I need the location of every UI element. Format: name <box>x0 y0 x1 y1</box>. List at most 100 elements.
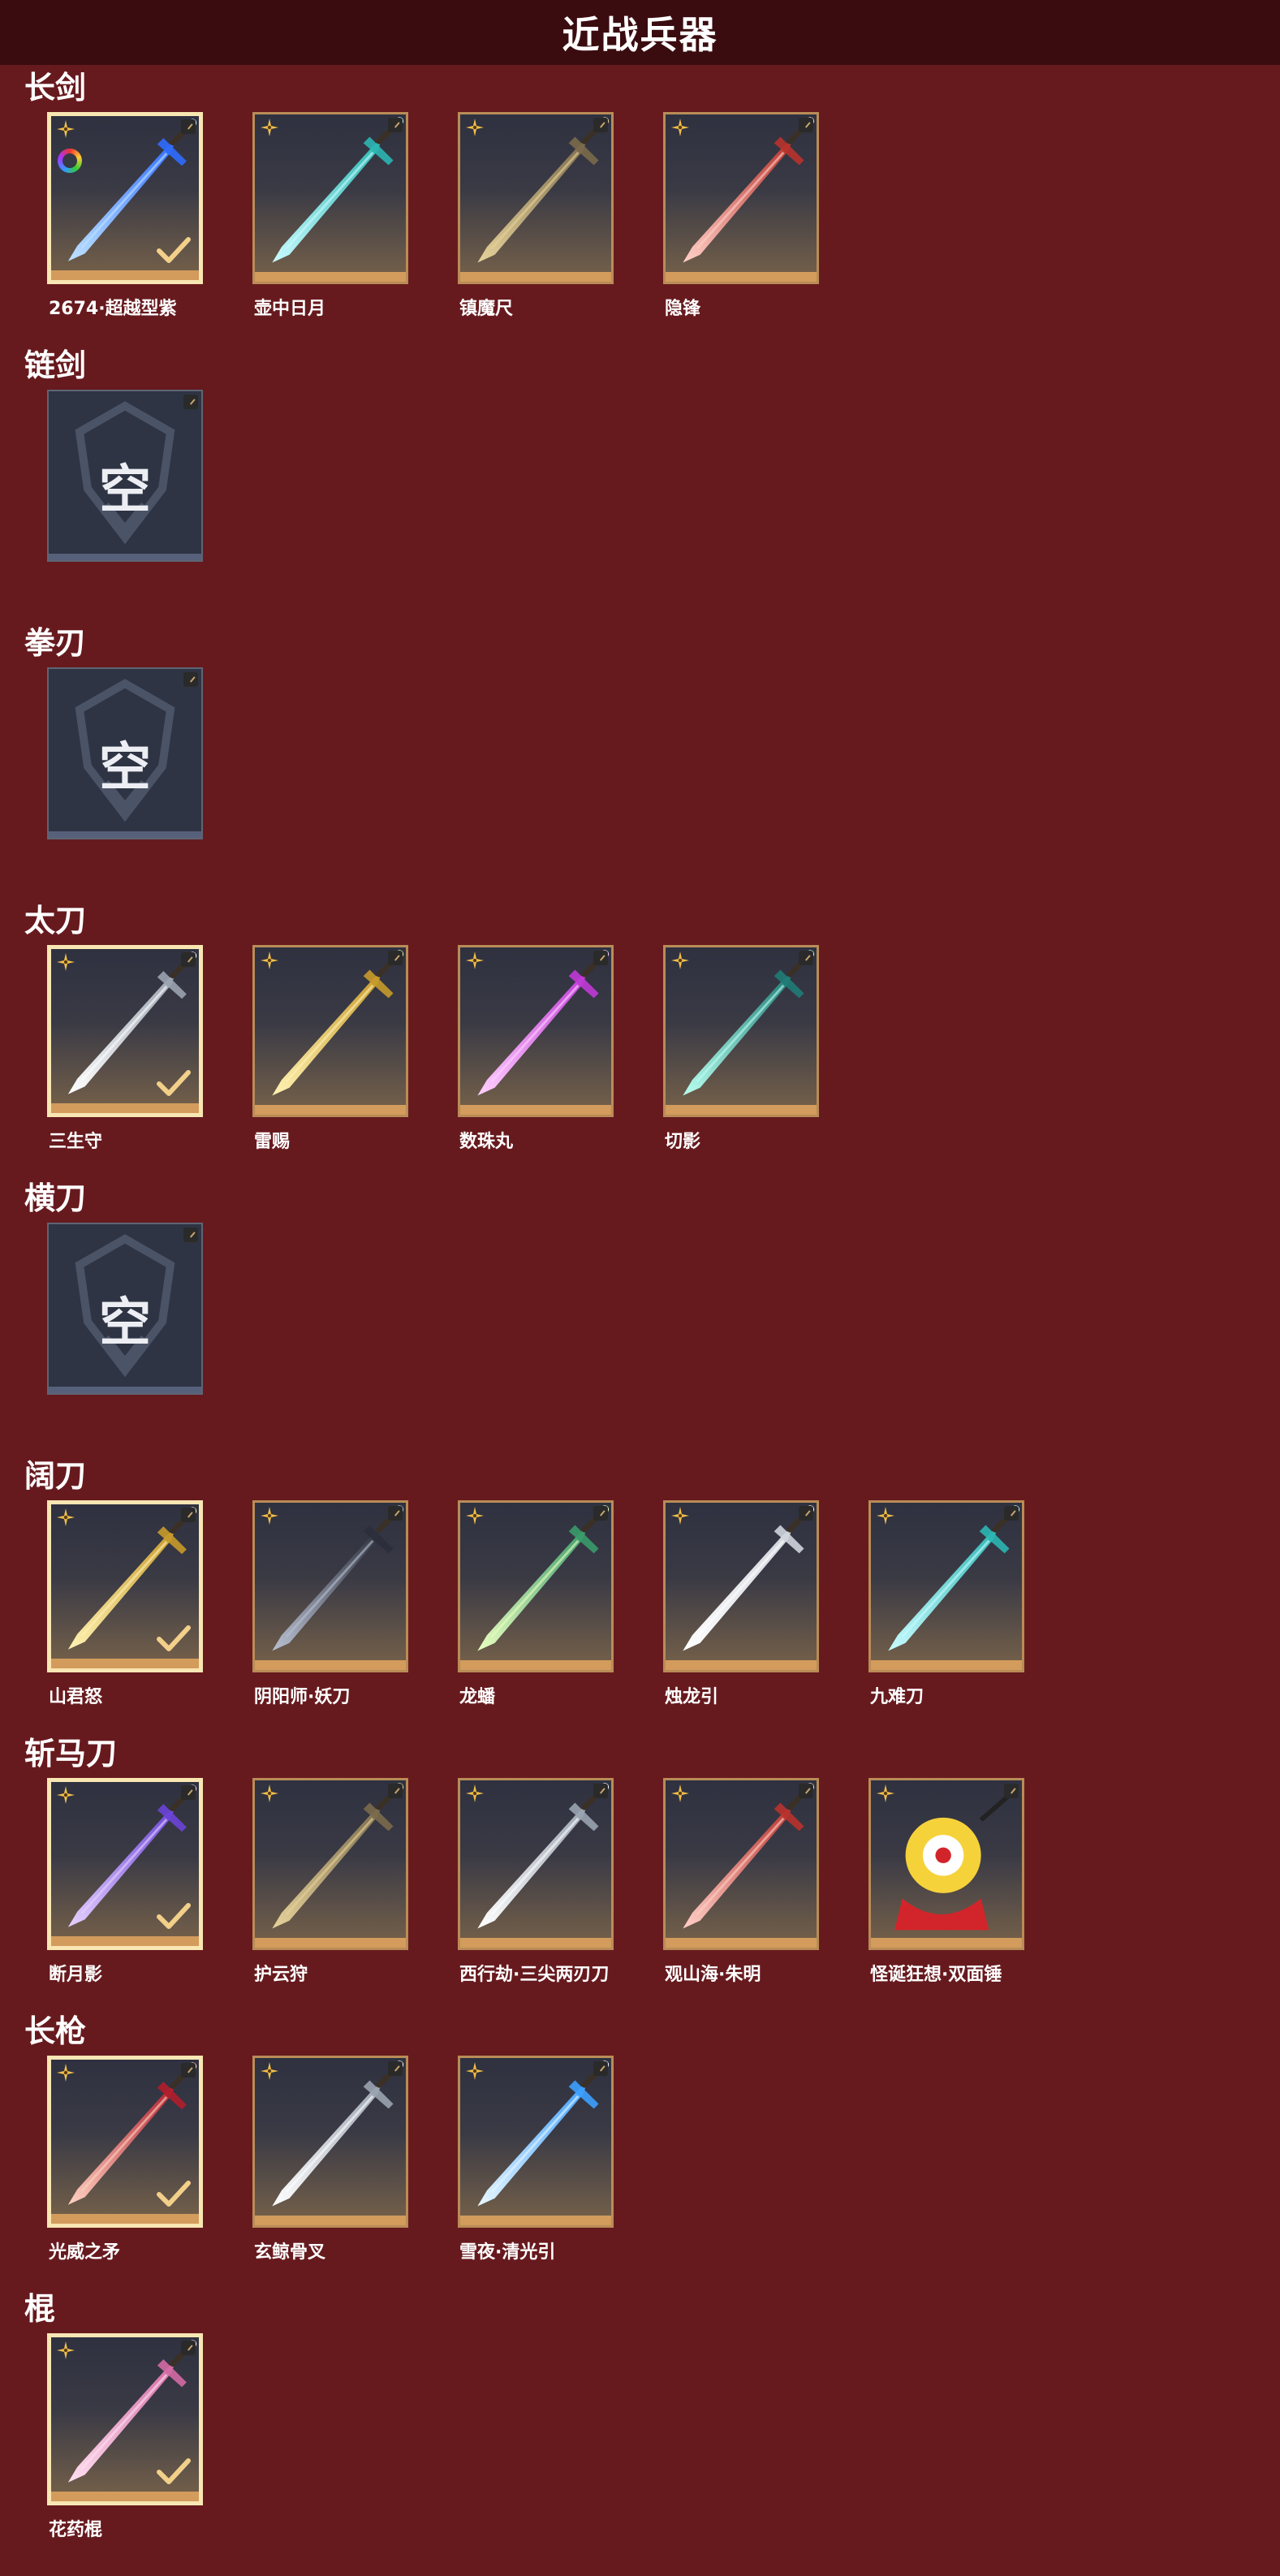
weapon-card[interactable]: 镇魔尺 <box>458 112 614 319</box>
weapon-card[interactable]: 雪夜·清光引 <box>458 2056 614 2263</box>
weapon-card[interactable]: 观山海·朱明 <box>663 1778 819 1985</box>
weapon-card-frame <box>252 1778 408 1950</box>
weapon-image <box>683 1505 815 1651</box>
corner-edit-icon <box>181 1785 196 1800</box>
card-bottom-bar <box>51 270 199 280</box>
weapon-card-frame <box>458 112 614 284</box>
empty-weapon-slot[interactable]: 空 <box>47 1223 203 1405</box>
weapon-name: 花药棍 <box>49 2520 103 2540</box>
weapon-name: 怪诞狂想·双面锤 <box>870 1965 1002 1985</box>
card-bottom-bar <box>460 1105 611 1115</box>
card-bottom-bar <box>49 831 201 838</box>
weapon-name: 2674·超越型紫 <box>49 299 177 319</box>
header-bar: 近战兵器 <box>0 0 1280 65</box>
rarity-star-icon <box>466 1784 484 1802</box>
empty-slot-text: 空 <box>99 1293 151 1353</box>
equipped-check-icon <box>157 2181 191 2207</box>
card-bottom-bar <box>49 1387 201 1393</box>
card-bottom-bar <box>666 1938 817 1948</box>
corner-edit-icon <box>388 118 403 132</box>
card-bottom-bar <box>460 1938 611 1948</box>
weapon-card[interactable]: 数珠丸 <box>458 945 614 1152</box>
rarity-star-icon <box>877 1507 894 1525</box>
corner-edit-icon <box>183 395 198 409</box>
weapon-image <box>272 950 404 1096</box>
weapon-card[interactable]: 切影 <box>663 945 819 1152</box>
weapon-card[interactable]: 光威之矛 <box>47 2056 203 2263</box>
weapon-name: 镇魔尺 <box>459 299 514 319</box>
corner-edit-icon <box>1004 1506 1019 1521</box>
rarity-star-icon <box>57 120 75 138</box>
weapon-card-frame <box>252 112 408 284</box>
card-bottom-bar <box>255 272 406 282</box>
weapon-card[interactable]: 雷赐 <box>252 945 408 1152</box>
card-bottom-bar <box>255 1660 406 1670</box>
rarity-star-icon <box>466 951 484 969</box>
rarity-star-icon <box>57 2341 75 2359</box>
corner-edit-icon <box>799 118 813 132</box>
category-label: 长剑 <box>24 70 87 106</box>
corner-edit-icon <box>183 1228 198 1242</box>
weapon-card[interactable]: 隐锋 <box>663 112 819 319</box>
weapon-card-frame <box>663 112 819 284</box>
weapon-card[interactable]: 花药棍 <box>47 2333 203 2540</box>
weapon-card-frame <box>47 2056 203 2228</box>
weapon-card-frame <box>47 1500 203 1672</box>
weapon-card[interactable]: 三生守 <box>47 945 203 1152</box>
weapon-card[interactable]: 龙蟠 <box>458 1500 614 1707</box>
rarity-star-icon <box>261 951 278 969</box>
card-bottom-bar <box>666 1105 817 1115</box>
rarity-star-icon <box>261 2062 278 2080</box>
card-bottom-bar <box>49 554 201 560</box>
weapon-card[interactable]: 烛龙引 <box>663 1500 819 1707</box>
equipped-check-icon <box>157 2458 191 2484</box>
weapon-image <box>888 1505 1020 1651</box>
page-title: 近战兵器 <box>562 13 718 57</box>
empty-weapon-slot[interactable]: 空 <box>47 667 203 849</box>
weapon-image <box>477 1783 610 1929</box>
category-label: 长枪 <box>24 2013 87 2049</box>
weapon-card[interactable]: 西行劫·三尖两刃刀 <box>458 1778 614 1985</box>
weapon-card-frame <box>47 945 203 1117</box>
corner-edit-icon <box>593 118 608 132</box>
weapon-image <box>477 117 610 263</box>
weapon-card[interactable]: 护云狩 <box>252 1778 408 1985</box>
weapon-image <box>683 1783 815 1929</box>
empty-weapon-slot[interactable]: 空 <box>47 390 203 572</box>
weapon-name: 护云狩 <box>254 1965 308 1985</box>
weapon-card[interactable]: 九难刀 <box>868 1500 1024 1707</box>
weapon-card-frame <box>252 1500 408 1672</box>
category-label: 斩马刀 <box>24 1736 118 1771</box>
weapon-card-frame: 空 <box>47 390 203 562</box>
equipped-check-icon <box>157 1903 191 1929</box>
weapon-card-frame <box>663 945 819 1117</box>
weapon-card[interactable]: 阴阳师·妖刀 <box>252 1500 408 1707</box>
equipped-check-icon <box>157 1625 191 1651</box>
weapon-name: 隐锋 <box>665 299 701 319</box>
weapon-card-frame <box>458 2056 614 2228</box>
corner-edit-icon <box>388 1784 403 1798</box>
equipped-check-icon <box>157 1070 191 1096</box>
weapon-card-frame <box>47 2333 203 2505</box>
weapon-card[interactable]: 玄鲸骨叉 <box>252 2056 408 2263</box>
rarity-star-icon <box>466 119 484 136</box>
corner-edit-icon <box>181 2063 196 2078</box>
weapon-card[interactable]: 2674·超越型紫 <box>47 112 203 319</box>
weapon-card[interactable]: 断月影 <box>47 1778 203 1985</box>
rarity-star-icon <box>877 1784 894 1802</box>
card-bottom-bar <box>255 1938 406 1948</box>
weapon-card[interactable]: 壶中日月 <box>252 112 408 319</box>
weapon-image <box>272 1505 404 1651</box>
card-bottom-bar <box>460 1660 611 1670</box>
corner-edit-icon <box>183 672 198 687</box>
corner-edit-icon <box>593 2061 608 2076</box>
weapon-image <box>272 117 404 263</box>
weapon-image <box>477 950 610 1096</box>
category-label: 拳刃 <box>24 625 87 661</box>
weapon-card[interactable]: 怪诞狂想·双面锤 <box>868 1778 1024 1985</box>
weapon-name: 九难刀 <box>870 1687 924 1707</box>
weapon-card[interactable]: 山君怒 <box>47 1500 203 1707</box>
corner-edit-icon <box>799 951 813 965</box>
category-label: 横刀 <box>24 1180 87 1216</box>
card-bottom-bar <box>51 1659 199 1668</box>
